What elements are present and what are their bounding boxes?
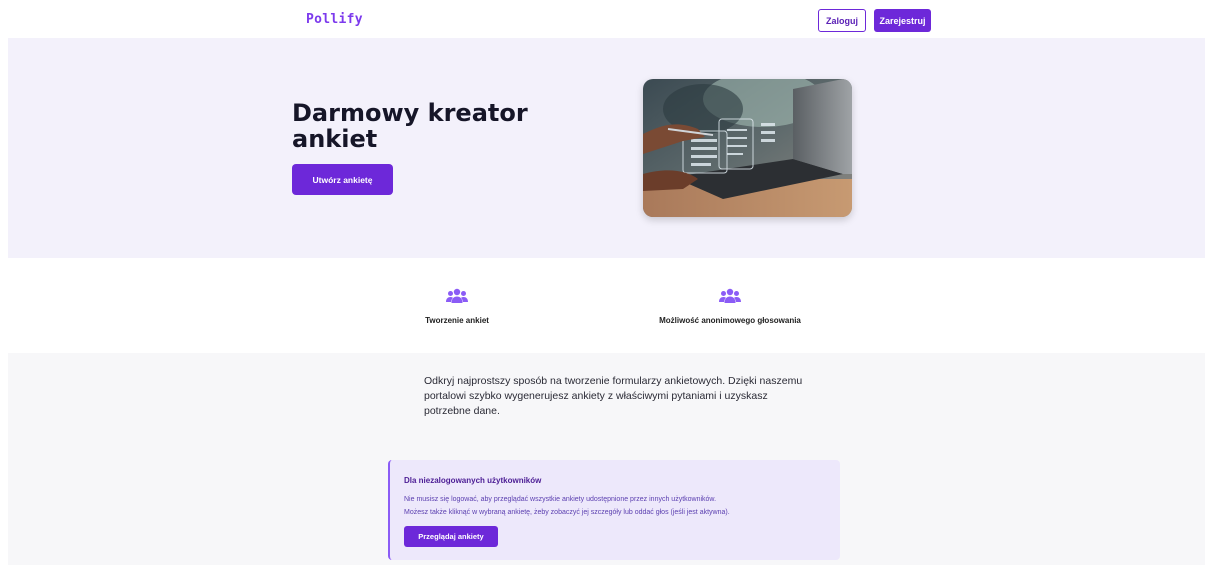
card-text-line: Nie musisz się logować, aby przeglądać w…	[404, 496, 717, 503]
card-text-line: Możesz także kliknąć w wybraną ankietę, …	[404, 509, 730, 516]
hero-title: Darmowy kreator ankiet	[292, 99, 528, 153]
page: Pollify Zaloguj Zarejestruj Darmowy krea…	[0, 0, 1205, 565]
register-button[interactable]: Zarejestruj	[874, 9, 931, 32]
users-icon	[446, 288, 468, 303]
logo[interactable]: Pollify	[306, 12, 363, 27]
description-text: Odkryj najprostszy sposób na tworzenie f…	[424, 375, 803, 417]
feature-label: Możliwość anonimowego głosowania	[659, 316, 801, 325]
users-icon	[719, 288, 741, 303]
top-navbar: Pollify Zaloguj Zarejestruj	[0, 0, 1205, 38]
hero-image	[643, 79, 852, 217]
card-title: Dla niezalogowanych użytkowników	[404, 476, 542, 485]
browse-surveys-button[interactable]: Przeglądaj ankiety	[404, 526, 498, 547]
login-button[interactable]: Zaloguj	[818, 9, 866, 32]
feature-label: Tworzenie ankiet	[425, 316, 489, 325]
feature-anonymous-voting: Możliwość anonimowego głosowania	[620, 288, 840, 325]
create-survey-button[interactable]: Utwórz ankietę	[292, 164, 393, 195]
guest-info-card: Dla niezalogowanych użytkowników Nie mus…	[388, 460, 840, 560]
hero-section	[8, 38, 1205, 258]
card-text: Nie musisz się logować, aby przeglądać w…	[404, 493, 834, 519]
feature-create-surveys: Tworzenie ankiet	[347, 288, 567, 325]
